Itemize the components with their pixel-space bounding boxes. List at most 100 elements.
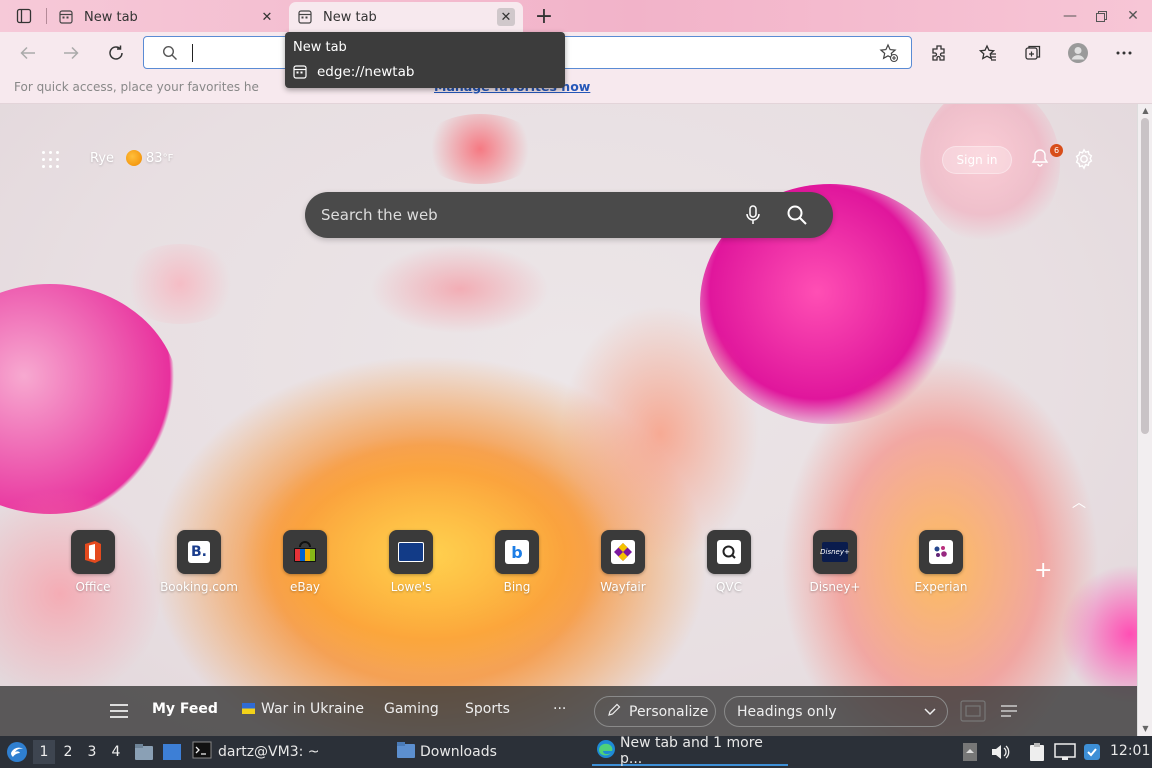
forward-arrow-icon[interactable]	[56, 38, 86, 68]
task-terminal[interactable]: dartz@VM3: ~	[192, 738, 382, 766]
back-arrow-icon[interactable]	[13, 38, 43, 68]
newtab-page-icon	[293, 65, 307, 83]
list-layout-icon[interactable]	[1000, 704, 1018, 722]
notification-count-badge: 6	[1050, 144, 1063, 157]
grid-layout-icon[interactable]	[960, 700, 986, 726]
feed-tab-gaming[interactable]: Gaming	[384, 701, 439, 717]
chevron-down-icon	[923, 703, 937, 723]
feed-tab-label: War in Ukraine	[261, 701, 365, 717]
weather-unit: °F	[162, 152, 174, 164]
sunny-icon	[126, 150, 143, 166]
minimize-icon[interactable]: —	[1055, 4, 1085, 28]
app-launcher-icon[interactable]	[42, 151, 62, 171]
quick-link-bing[interactable]: b Bing	[464, 530, 570, 594]
feed-menu-icon[interactable]	[110, 704, 128, 718]
favorites-icon[interactable]	[973, 38, 1003, 68]
personalize-label: Personalize	[629, 703, 709, 720]
quick-link-label: Booking.com	[160, 580, 238, 594]
workspace-2[interactable]: 2	[57, 740, 79, 764]
web-search-box[interactable]: Search the web	[305, 192, 833, 238]
quick-link-office[interactable]: Office	[40, 530, 146, 594]
edge-icon	[596, 739, 616, 763]
page-scrollbar[interactable]: ▲ ▼	[1137, 104, 1152, 736]
add-favorite-icon[interactable]	[879, 43, 899, 67]
tab-hover-card: New tab edge://newtab	[285, 32, 565, 88]
restore-icon[interactable]	[1086, 4, 1116, 28]
disney-icon: Disney+	[813, 530, 857, 574]
scroll-up-icon[interactable]: ▲	[1141, 106, 1150, 116]
newtab-page: Rye 83 °F Sign in 6 Search the web ︿ Off…	[0, 104, 1137, 736]
text-cursor	[192, 44, 193, 62]
feed-more-button[interactable]: ···	[553, 701, 566, 717]
add-quick-link-icon[interactable]: +	[1034, 558, 1052, 583]
task-edge[interactable]: New tab and 1 more p...	[592, 735, 788, 767]
hover-card-title: New tab	[293, 40, 347, 55]
system-menu-icon[interactable]	[6, 741, 28, 767]
quick-link-lowes[interactable]: Lowe's	[358, 530, 464, 594]
office-icon	[71, 530, 115, 574]
weather-widget[interactable]: Rye 83 °F	[90, 150, 173, 166]
task-label: dartz@VM3: ~	[218, 744, 320, 760]
settings-gear-icon[interactable]	[1073, 148, 1095, 174]
feed-view-select[interactable]: Headings only	[724, 696, 948, 727]
feed-tab-sports[interactable]: Sports	[465, 701, 510, 717]
quick-link-qvc[interactable]: QVC	[676, 530, 782, 594]
notifications-bell-icon[interactable]	[1030, 148, 1050, 172]
weather-temperature: 83	[146, 150, 163, 166]
tab-actions-icon[interactable]	[8, 4, 40, 28]
scrollbar-thumb[interactable]	[1141, 118, 1149, 434]
extensions-icon[interactable]	[924, 38, 954, 68]
task-downloads[interactable]: Downloads	[396, 738, 586, 766]
tab-new-tab-2[interactable]: New tab ✕	[289, 2, 523, 32]
close-tab-icon[interactable]: ✕	[497, 8, 515, 26]
network-icon[interactable]	[1054, 743, 1076, 765]
updates-icon[interactable]	[1082, 742, 1102, 766]
more-options-icon[interactable]	[1109, 38, 1139, 68]
quick-link-ebay[interactable]: eBay	[252, 530, 358, 594]
tab-new-tab-1[interactable]: New tab ✕	[50, 2, 284, 32]
sign-in-button[interactable]: Sign in	[942, 146, 1012, 174]
scroll-down-icon[interactable]: ▼	[1141, 724, 1150, 734]
feed-navigation-bar: My Feed War in Ukraine Gaming Sports ···…	[0, 686, 1137, 736]
workspace-4[interactable]: 4	[105, 740, 127, 764]
weather-location: Rye	[90, 150, 115, 166]
workspace-1[interactable]: 1	[33, 740, 55, 764]
feed-view-value: Headings only	[737, 703, 837, 720]
desktop-icon[interactable]	[162, 743, 182, 765]
clipboard-icon[interactable]	[1028, 742, 1046, 766]
quick-link-label: eBay	[289, 580, 321, 594]
profile-avatar-icon[interactable]	[1063, 38, 1093, 68]
refresh-icon[interactable]	[101, 38, 131, 68]
workspace-3[interactable]: 3	[81, 740, 103, 764]
quick-link-booking[interactable]: B. Booking.com	[146, 530, 252, 594]
quick-link-disney[interactable]: Disney+ Disney+	[782, 530, 888, 594]
system-taskbar: 1 2 3 4 dartz@VM3: ~ Downloads New tab a…	[0, 735, 1152, 768]
microphone-icon[interactable]	[743, 204, 763, 230]
file-manager-icon[interactable]	[134, 743, 154, 765]
volume-icon[interactable]	[990, 743, 1010, 765]
quick-link-label: Bing	[503, 580, 531, 594]
quick-link-wayfair[interactable]: Wayfair	[570, 530, 676, 594]
close-window-icon[interactable]: ✕	[1118, 4, 1148, 28]
collections-icon[interactable]	[1018, 38, 1048, 68]
new-tab-button[interactable]: +	[530, 4, 558, 29]
hover-card-url: edge://newtab	[317, 64, 415, 80]
personalize-button[interactable]: Personalize	[594, 696, 716, 727]
tray-up-icon[interactable]	[962, 742, 978, 766]
close-tab-icon[interactable]: ✕	[258, 8, 276, 26]
favorites-info-bar: For quick access, place your favorites h…	[0, 74, 1152, 104]
quick-link-label: Office	[75, 580, 111, 594]
tab-title: New tab	[84, 9, 138, 25]
tab-separator	[46, 8, 47, 24]
booking-icon: B.	[177, 530, 221, 574]
folder-icon	[396, 741, 416, 763]
lowes-icon	[389, 530, 433, 574]
pencil-icon	[607, 703, 621, 721]
chevron-up-icon[interactable]: ︿	[1072, 492, 1086, 512]
feed-tab-my-feed[interactable]: My Feed	[152, 701, 218, 717]
feed-tab-war-in-ukraine[interactable]: War in Ukraine	[242, 701, 364, 717]
quick-link-experian[interactable]: Experian	[888, 530, 994, 594]
search-icon[interactable]	[785, 203, 809, 231]
quick-link-label: QVC	[715, 580, 743, 594]
browser-toolbar	[0, 32, 1152, 74]
